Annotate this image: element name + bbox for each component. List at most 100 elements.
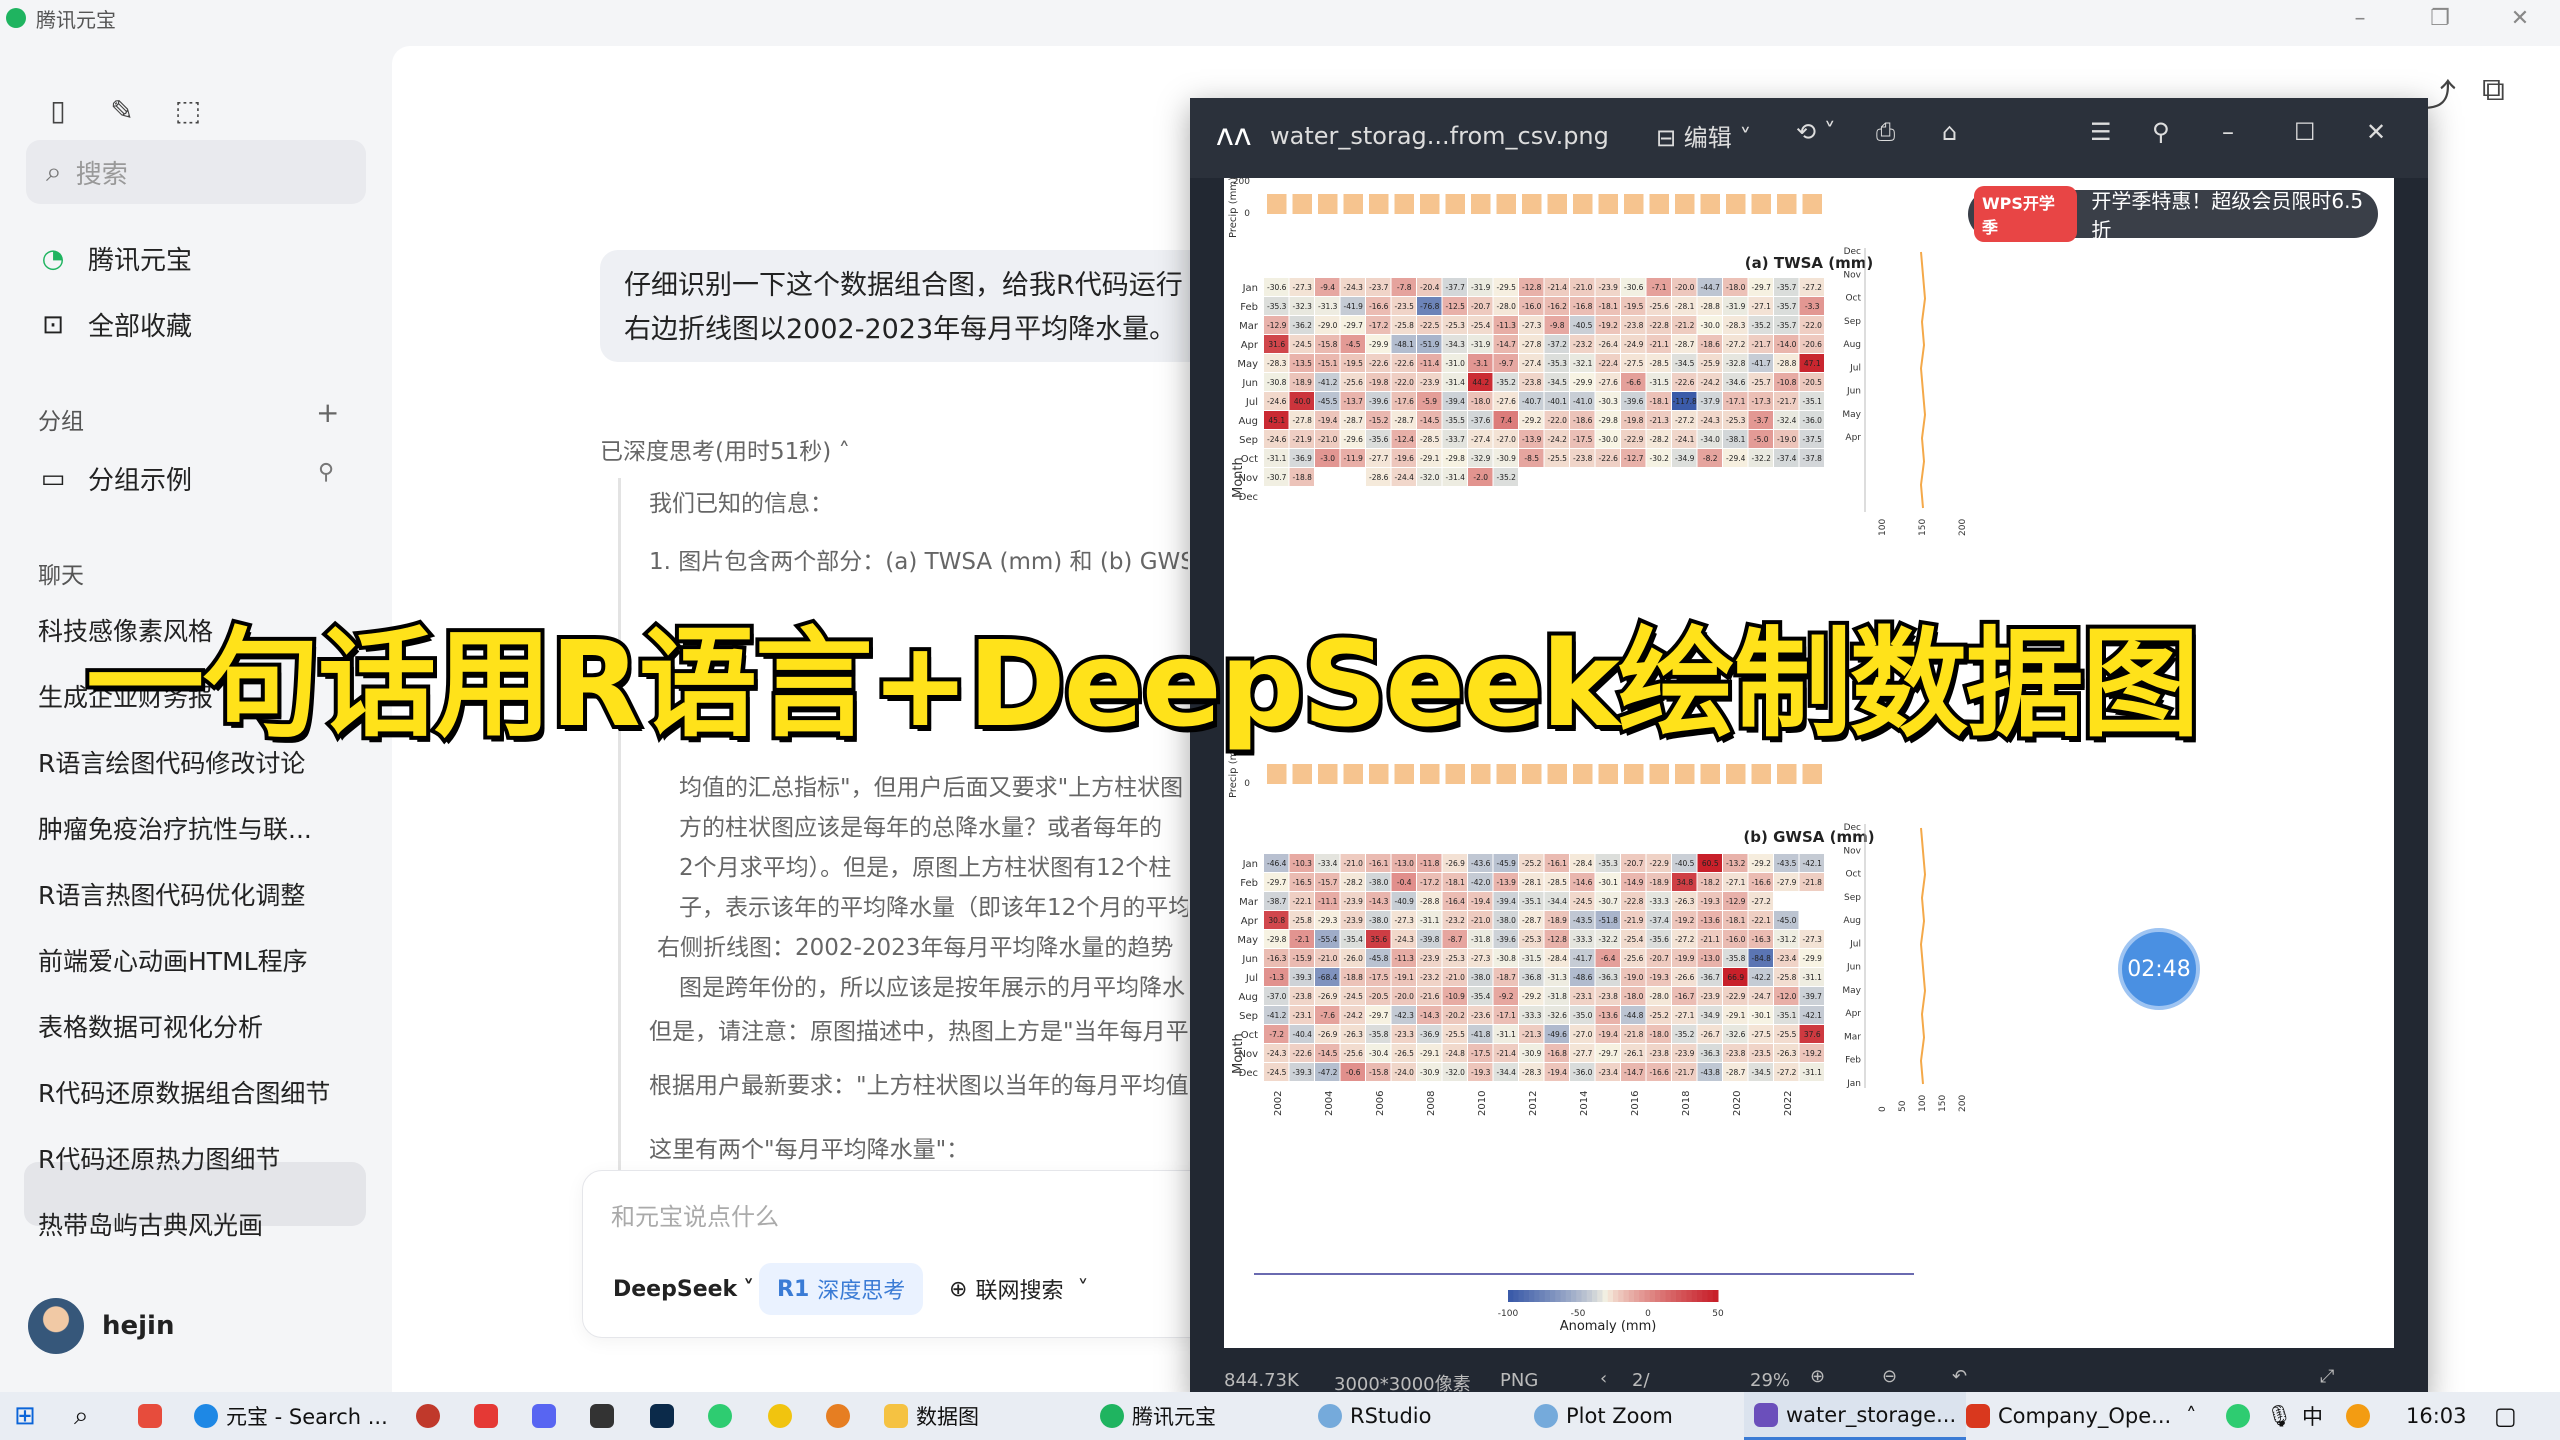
prev-page-icon[interactable]: ‹ — [1600, 1368, 1607, 1389]
close-button[interactable]: ✕ — [2490, 0, 2550, 36]
menu-icon[interactable]: ☰ — [2090, 118, 2112, 146]
line-month-label: May — [1842, 410, 1861, 420]
line-month-label: Nov — [1843, 846, 1861, 856]
edit-menu[interactable]: ⊟ 编辑 ˅ — [1656, 118, 1751, 153]
recording-timer[interactable]: 02:48 — [2118, 928, 2200, 1010]
minimize-button[interactable]: – — [2330, 0, 2390, 36]
microphone-icon[interactable]: 🎙 — [2266, 1392, 2293, 1440]
group-item[interactable]: ▭ 分组示例 — [38, 460, 192, 497]
app-icon[interactable] — [708, 1392, 740, 1440]
app-icon[interactable] — [532, 1392, 564, 1440]
ime-icon[interactable]: 中 — [2302, 1392, 2323, 1440]
app-icon[interactable] — [590, 1392, 622, 1440]
chat-item[interactable]: 肿瘤免疫治疗抗性与联... — [38, 810, 312, 846]
cell-value-label: -23.4 — [1777, 954, 1797, 963]
cell-value-label: -35.2 — [1497, 473, 1517, 482]
message-input[interactable]: 和元宝说点什么 DeepSeek ˅ R1 深度思考 ⊕ 联网搜索 ˅ — [582, 1170, 1242, 1338]
app-icon[interactable] — [474, 1392, 506, 1440]
toggle-sidebar-icon[interactable]: ▯ — [38, 90, 78, 130]
nav-label: 全部收藏 — [88, 312, 193, 342]
new-chat-icon[interactable]: ✎ — [102, 90, 142, 130]
nav-yuanbao[interactable]: ◔ 腾讯元宝 — [38, 240, 192, 277]
close-icon[interactable]: ✕ — [2366, 118, 2386, 146]
reset-icon[interactable]: ↶ — [1952, 1366, 1967, 1387]
cell-value-label: -24.3 — [1344, 283, 1364, 292]
chat-item[interactable]: R语言热图代码优化调整 — [38, 876, 305, 912]
taskbar-item[interactable]: 元宝 - Search ... — [194, 1392, 388, 1440]
zoom-in-icon[interactable]: ⊕ — [1810, 1366, 1825, 1387]
cell-value-label: -42.0 — [1471, 878, 1491, 887]
cell-value-label: -17.5 — [1471, 1049, 1491, 1058]
cell-value-label: -24.2 — [1548, 435, 1568, 444]
cell-value-label: -43.5 — [1573, 916, 1593, 925]
cell-value-label: -117.8 — [1673, 397, 1697, 406]
precip-bar — [1777, 764, 1797, 784]
taskbar-item[interactable]: RStudio — [1318, 1392, 1431, 1440]
wechat-tray-icon[interactable] — [2226, 1392, 2258, 1440]
app-icon[interactable] — [416, 1392, 448, 1440]
sogou-icon[interactable] — [2346, 1392, 2378, 1440]
cell-value-label: -34.6 — [1726, 378, 1746, 387]
window-titlebar: 腾讯元宝 — [0, 0, 2560, 36]
cell-value-label: -27.7 — [1573, 1049, 1593, 1058]
screenshot-icon[interactable]: ⬚ — [168, 90, 208, 130]
nav-favorites[interactable]: ⊡ 全部收藏 — [38, 306, 192, 343]
zoom-out-icon[interactable]: ⊖ — [1882, 1366, 1897, 1387]
cell-value-label: -27.2 — [1752, 897, 1772, 906]
pin-icon[interactable]: ⚲ — [318, 460, 334, 485]
year-tick-label: 2008 — [1426, 1091, 1437, 1116]
cell-value-label: -45.5 — [1318, 397, 1338, 406]
app-icon[interactable] — [650, 1392, 682, 1440]
cell-value-label: -12.0 — [1777, 992, 1797, 1001]
cell-value-label: -15.2 — [1369, 416, 1389, 425]
month-tick-label: Jul — [1245, 397, 1258, 408]
app-icon[interactable] — [826, 1392, 858, 1440]
taskbar-item[interactable]: Plot Zoom — [1534, 1392, 1673, 1440]
maximize-icon[interactable]: ☐ — [2294, 118, 2316, 146]
new-window-icon[interactable]: ⧉ — [2482, 70, 2505, 109]
cell-value-label: -24.7 — [1752, 992, 1772, 1001]
rotate-icon[interactable]: ⟲ ˅ — [1796, 118, 1836, 146]
chat-item[interactable]: 热带岛屿古典风光画 — [38, 1206, 263, 1242]
taskbar-item[interactable]: Company_Ope... — [1966, 1392, 2171, 1440]
promo-banner[interactable]: WPS开学季 开学季特惠！超级会员限时6.5折 — [1968, 186, 2378, 242]
chat-item-active[interactable]: R代码还原热力图细节 — [38, 1140, 280, 1176]
pin-icon[interactable]: ⚲ — [2152, 118, 2170, 146]
taskbar-search-icon[interactable]: ⌕ — [74, 1392, 89, 1440]
app-icon[interactable] — [138, 1392, 170, 1440]
cell-value-label: -22.8 — [1624, 897, 1644, 906]
precip-bar — [1420, 764, 1440, 784]
add-group-icon[interactable]: + — [316, 396, 339, 429]
cell-value-label: -35.3 — [1599, 859, 1619, 868]
restore-button[interactable]: ❐ — [2410, 0, 2470, 36]
deep-think-toggle[interactable]: R1 深度思考 — [759, 1263, 924, 1315]
print-icon[interactable]: ⎙ — [1876, 118, 1895, 146]
user-profile[interactable]: hejin — [28, 1298, 174, 1354]
cell-value-label: -3.7 — [1754, 416, 1769, 425]
taskbar-item-active[interactable]: water_storage... — [1744, 1392, 1967, 1440]
chat-item[interactable]: R代码还原数据组合图细节 — [38, 1074, 330, 1110]
search-input[interactable]: ⌕ 搜索 — [26, 140, 366, 204]
thinking-status[interactable]: 已深度思考(用时51秒) ˄ — [600, 432, 850, 466]
chat-item[interactable]: 表格数据可视化分析 — [38, 1008, 263, 1044]
chat-item[interactable]: 前端爱心动画HTML程序 — [38, 942, 308, 978]
cell-value-label: -29.5 — [1497, 283, 1517, 292]
notification-icon[interactable]: ▢ — [2494, 1392, 2517, 1440]
app-icon[interactable] — [768, 1392, 800, 1440]
fit-icon[interactable]: ⤢ — [2320, 1366, 2334, 1387]
windows-start-icon[interactable]: ⊞ — [14, 1392, 36, 1440]
line-axis-tick: 100 — [1918, 1095, 1928, 1112]
cell-value-label: -22.0 — [1803, 321, 1823, 330]
precip-bar — [1624, 764, 1644, 784]
minimize-icon[interactable]: – — [2222, 118, 2234, 146]
save-icon[interactable]: ⌂ — [1942, 118, 1957, 146]
model-selector[interactable]: DeepSeek ˅ — [595, 1263, 772, 1315]
tray-chevron-icon[interactable]: ˄ — [2186, 1392, 2197, 1440]
taskbar-item[interactable]: 数据图 — [884, 1392, 979, 1440]
cell-value-label: -28.7 — [1522, 916, 1542, 925]
bookmark-icon: ⊡ — [42, 309, 64, 340]
share-icon[interactable]: ⤴ — [2424, 70, 2456, 116]
cell-value-label: -37.4 — [1777, 454, 1797, 463]
web-search-toggle[interactable]: ⊕ 联网搜索 ˅ — [931, 1263, 1106, 1315]
taskbar-item[interactable]: 腾讯元宝 — [1100, 1392, 1216, 1440]
